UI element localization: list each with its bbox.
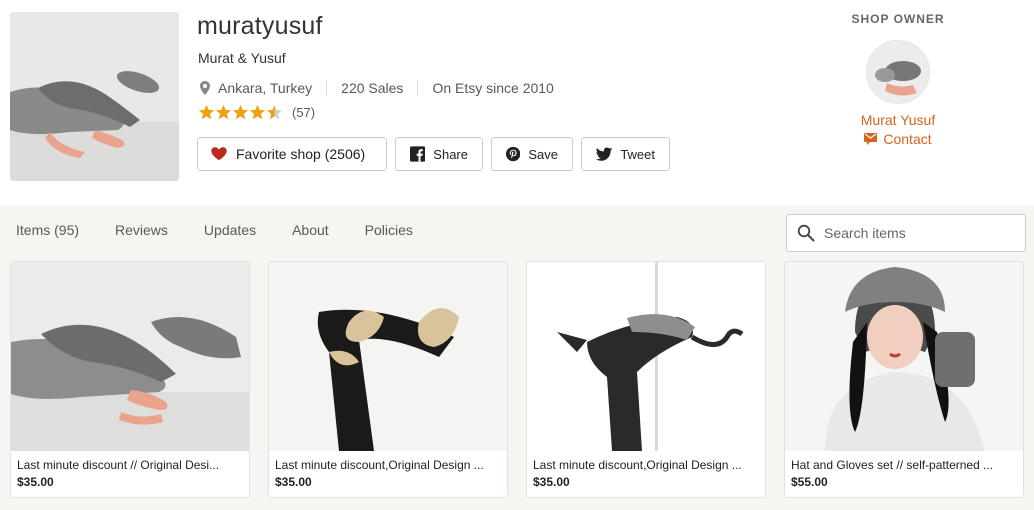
save-label: Save [528,146,558,162]
listing-price: $55.00 [791,475,828,489]
search-input[interactable] [824,225,1004,241]
listing-price: $35.00 [275,475,312,489]
divider [326,80,328,96]
owner-name-link[interactable]: Murat Yusuf [838,112,958,128]
favorite-shop-button[interactable]: Favorite shop (2506) [197,137,387,171]
shop-header: muratyusuf Murat & Yusuf Ankara, Turkey … [0,0,1034,206]
heart-icon [211,147,227,161]
tab-policies[interactable]: Policies [365,222,413,238]
contact-link[interactable]: Contact [838,131,958,147]
listing-card[interactable]: Hat and Gloves set // self-patterned ...… [784,261,1024,498]
star-icon [198,104,215,120]
favorite-shop-label: Favorite shop (2506) [236,146,366,162]
review-count[interactable]: (57) [292,105,315,120]
shop-owners-display: Murat & Yusuf [198,50,286,66]
shop-tabs: Items (95) Reviews Updates About Policie… [16,222,449,238]
tweet-label: Tweet [620,146,655,162]
half-star-icon [266,104,283,120]
listing-price: $35.00 [17,475,54,489]
shop-name: muratyusuf [197,12,323,40]
tab-about[interactable]: About [292,222,329,238]
listing-title[interactable]: Last minute discount,Original Design ... [269,451,507,472]
contact-label: Contact [883,131,932,147]
listing-grid: Last minute discount // Original Desi...… [10,261,1034,498]
save-button[interactable]: Save [491,137,573,171]
shop-sales[interactable]: 220 Sales [341,80,403,96]
mail-icon [864,133,878,145]
listing-card[interactable]: Last minute discount // Original Desi...… [10,261,250,498]
divider [417,80,419,96]
share-button[interactable]: Share [395,137,483,171]
listing-title[interactable]: Last minute discount,Original Design ... [527,451,765,472]
shop-rating[interactable]: (57) [198,104,315,121]
shop-location: Ankara, Turkey [218,80,313,96]
star-icon [249,104,266,120]
listing-image[interactable] [527,262,765,451]
tab-updates[interactable]: Updates [204,222,256,238]
shop-owner-panel: SHOP OWNER Murat Yusuf Contact [838,12,958,147]
shop-meta: Ankara, Turkey 220 Sales On Etsy since 2… [198,80,554,96]
owner-avatar[interactable] [866,40,930,104]
search-icon [797,224,815,242]
twitter-icon [596,147,613,161]
pinterest-icon [506,146,521,162]
shop-owner-label: SHOP OWNER [851,12,945,26]
shop-icon-image[interactable] [10,12,179,181]
tab-reviews[interactable]: Reviews [115,222,168,238]
facebook-icon [410,146,426,162]
star-icon [232,104,249,120]
listing-image[interactable] [785,262,1023,451]
listing-title[interactable]: Last minute discount // Original Desi... [11,451,249,472]
shop-actions: Favorite shop (2506) Share Save Tweet [197,137,678,171]
share-label: Share [433,146,468,162]
listing-price: $35.00 [533,475,570,489]
tab-items[interactable]: Items (95) [16,222,79,238]
listing-image[interactable] [11,262,249,451]
location-pin-icon [200,81,210,95]
search-box[interactable] [786,214,1026,252]
star-icon [215,104,232,120]
star-rating [198,104,283,121]
listing-image[interactable] [269,262,507,451]
shop-since: On Etsy since 2010 [432,80,554,96]
listing-card[interactable]: Last minute discount,Original Design ...… [268,261,508,498]
listing-title[interactable]: Hat and Gloves set // self-patterned ... [785,451,1023,472]
listing-card[interactable]: Last minute discount,Original Design ...… [526,261,766,498]
tweet-button[interactable]: Tweet [581,137,670,171]
